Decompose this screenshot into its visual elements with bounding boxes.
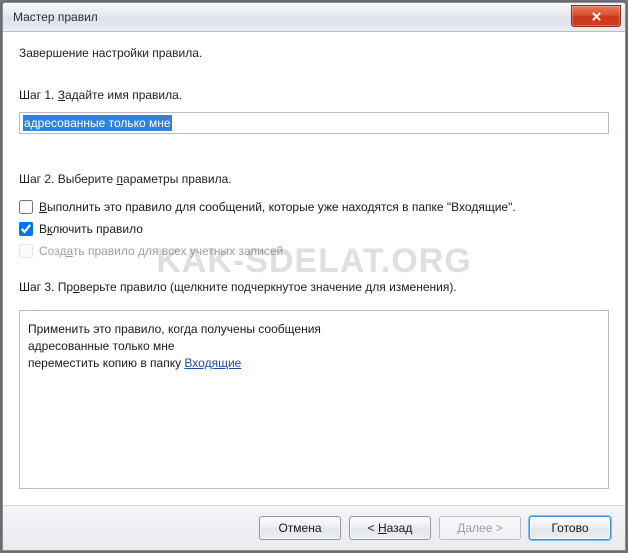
dialog-heading: Завершение настройки правила. bbox=[19, 46, 609, 60]
next-button: Далее > bbox=[439, 516, 521, 540]
checkbox-all-accounts: Создать правило для всех учетных записей bbox=[19, 244, 609, 258]
titlebar: Мастер правил bbox=[3, 3, 625, 32]
checkbox-enable-rule[interactable]: Включить правило bbox=[19, 222, 609, 236]
step2-label: Шаг 2. Выберите параметры правила. bbox=[19, 172, 609, 186]
review-line: переместить копию в папку Входящие bbox=[28, 355, 600, 372]
rule-name-input[interactable]: адресованные только мне bbox=[19, 112, 609, 134]
checkbox-run-now[interactable]: Выполнить это правило для сообщений, кот… bbox=[19, 200, 609, 214]
cancel-button[interactable]: Отмена bbox=[259, 516, 341, 540]
checkbox-all-accounts-box bbox=[19, 244, 33, 258]
rule-review-box[interactable]: Применить это правило, когда получены со… bbox=[19, 310, 609, 489]
review-line: Применить это правило, когда получены со… bbox=[28, 321, 600, 338]
dialog-body: Завершение настройки правила. Шаг 1. Зад… bbox=[3, 32, 625, 505]
checkbox-run-now-box[interactable] bbox=[19, 200, 33, 214]
review-line: адресованные только мне bbox=[28, 338, 600, 355]
rule-name-value: адресованные только мне bbox=[23, 115, 172, 131]
step1-label: Шаг 1. Задайте имя правила. bbox=[19, 88, 609, 102]
checkbox-enable-rule-box[interactable] bbox=[19, 222, 33, 236]
back-button[interactable]: < Назад bbox=[349, 516, 431, 540]
dialog-window: Мастер правил Завершение настройки прави… bbox=[2, 2, 626, 551]
finish-button[interactable]: Готово bbox=[529, 516, 611, 540]
close-button[interactable] bbox=[571, 5, 621, 27]
dialog-footer: Отмена < Назад Далее > Готово bbox=[3, 505, 625, 550]
close-icon bbox=[591, 11, 602, 22]
step3-label: Шаг 3. Проверьте правило (щелкните подче… bbox=[19, 280, 609, 294]
folder-link[interactable]: Входящие bbox=[184, 356, 241, 370]
window-title: Мастер правил bbox=[13, 10, 98, 24]
